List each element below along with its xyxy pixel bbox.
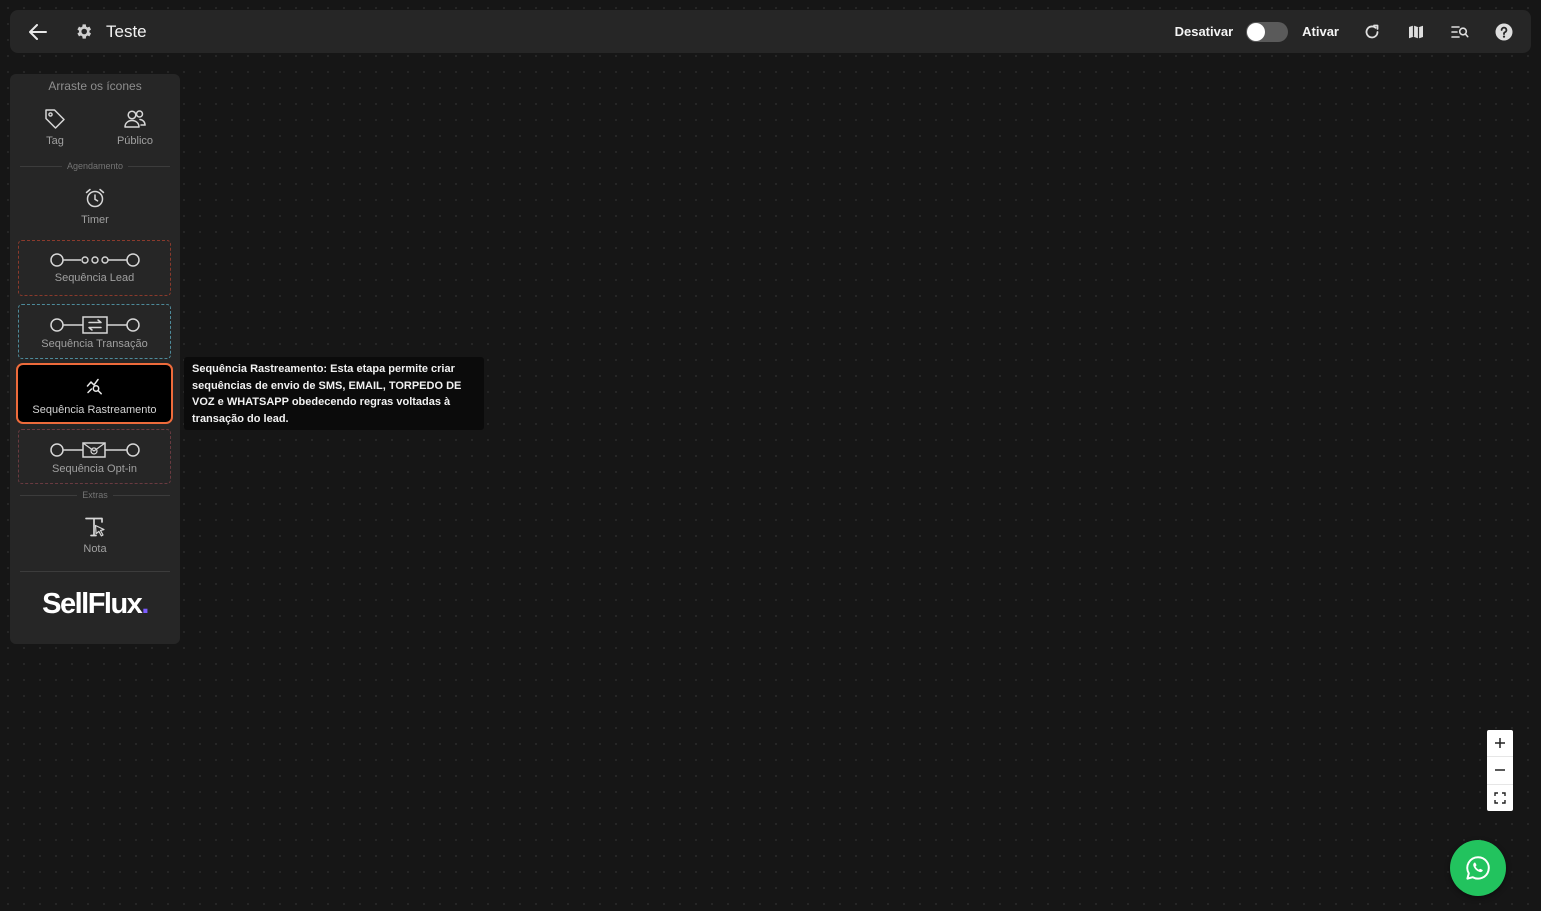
tools-sidebar: Arraste os ícones Tag Público Agendament… xyxy=(10,74,180,644)
tracking-chart-icon xyxy=(86,378,102,395)
tool-timer[interactable]: Timer xyxy=(75,187,115,226)
alarm-clock-icon xyxy=(85,188,105,208)
tag-icon xyxy=(45,109,65,129)
sequence-transacao[interactable]: Sequência Transação xyxy=(18,304,171,359)
fit-screen-icon xyxy=(1494,792,1506,804)
drag-hint: Arraste os ícones xyxy=(48,79,142,93)
sequence-lead-label: Sequência Lead xyxy=(54,272,135,284)
gear-icon xyxy=(76,24,91,39)
sequence-lead[interactable]: Sequência Lead xyxy=(18,240,171,296)
list-search-icon xyxy=(1451,25,1469,38)
zoom-out-button[interactable] xyxy=(1487,757,1513,785)
arrow-left-icon xyxy=(29,23,47,40)
sequence-optin[interactable]: Sequência Opt-in xyxy=(18,429,171,484)
toggle-knob xyxy=(1247,22,1266,41)
sequence-rastreamento-label: Sequência Rastreamento xyxy=(32,404,157,416)
audience-icon xyxy=(124,110,146,128)
tool-tag[interactable]: Tag xyxy=(40,108,70,147)
help-circle-icon xyxy=(1495,23,1513,40)
sellflux-logo: SellFlux. xyxy=(10,588,180,621)
sequence-rastreamento[interactable]: Sequência Rastreamento xyxy=(16,363,173,424)
tool-nota-label: Nota xyxy=(83,543,107,555)
toolbar-actions xyxy=(1361,21,1515,43)
zoom-in-button[interactable] xyxy=(1487,730,1513,758)
logo-text: SellFlux xyxy=(42,588,143,620)
sequence-optin-label: Sequência Opt-in xyxy=(52,463,137,475)
tool-tag-label: Tag xyxy=(46,135,64,147)
section-extras-label: Extras xyxy=(82,490,108,500)
back-button[interactable] xyxy=(26,20,50,44)
sequence-tooltip: Sequência Rastreamento: Esta etapa permi… xyxy=(184,357,484,430)
sequence-lead-icon xyxy=(49,253,140,267)
help-button[interactable] xyxy=(1493,21,1515,43)
section-agendamento: Agendamento xyxy=(20,161,171,171)
tool-publico[interactable]: Público xyxy=(112,108,158,147)
flow-title: Teste xyxy=(106,21,147,41)
tool-nota[interactable]: Nota xyxy=(75,516,115,555)
toggle-off-label: Desativar xyxy=(1174,24,1234,39)
refresh-icon xyxy=(1365,24,1379,38)
tool-publico-label: Público xyxy=(116,135,154,147)
top-bar: Teste Desativar Ativar xyxy=(10,10,1531,53)
whatsapp-icon xyxy=(1466,856,1490,880)
logo-dot: . xyxy=(141,588,149,620)
map-button[interactable] xyxy=(1405,21,1427,43)
fit-view-button[interactable] xyxy=(1487,785,1513,811)
map-icon xyxy=(1409,25,1423,38)
plus-icon xyxy=(1495,738,1505,749)
whatsapp-button[interactable] xyxy=(1450,840,1506,896)
refresh-button[interactable] xyxy=(1361,21,1383,43)
minus-icon xyxy=(1495,769,1505,772)
settings-button[interactable] xyxy=(72,21,94,43)
sequence-transacao-label: Sequência Transação xyxy=(41,338,148,350)
tool-timer-label: Timer xyxy=(81,214,109,226)
section-agendamento-label: Agendamento xyxy=(66,161,124,171)
search-list-button[interactable] xyxy=(1449,21,1471,43)
section-extras: Extras xyxy=(20,490,171,500)
sequence-optin-icon xyxy=(49,442,140,458)
zoom-controls xyxy=(1487,730,1513,811)
logo-divider xyxy=(20,571,170,572)
activation-toggle[interactable] xyxy=(1246,21,1289,42)
note-text-icon xyxy=(85,517,105,537)
toggle-on-label: Ativar xyxy=(1302,24,1339,39)
sequence-transacao-icon xyxy=(49,316,140,334)
